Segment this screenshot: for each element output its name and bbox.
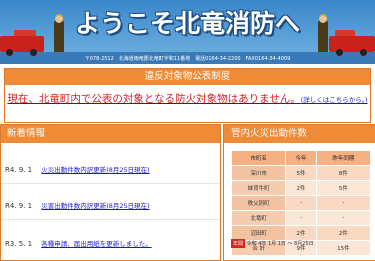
table-cell: - — [285, 210, 317, 226]
table-header-row: 市町名 今年 昨年同期 — [230, 150, 372, 166]
table-cell: 深川市 — [230, 165, 287, 181]
news-date: R3. 5. 1 — [5, 240, 33, 248]
table-cell: 2件 — [315, 225, 372, 241]
news-item: R3. 5. 1 各種申請、届出用紙を更新しました。 — [5, 238, 152, 248]
table-cell: 秩父別町 — [230, 195, 287, 211]
table-row: 北竜町 - - — [230, 210, 372, 226]
news-link[interactable]: 各種申請、届出用紙を更新しました。 — [41, 240, 152, 248]
table-cell: 15件 — [315, 240, 372, 256]
table-cell: 8件 — [315, 165, 372, 181]
column-header: 今年 — [285, 150, 317, 166]
violation-notice-link[interactable]: 現在、北竜町内で公表の対象となる防火対象物はありません。(詳しくはこちらから。) — [5, 91, 370, 106]
news-date: R4. 9. 1 — [5, 166, 33, 174]
site-header: ようこそ北竜消防へ 〒078-2512 北海道雨竜郡北竜町字和11番地 電話01… — [0, 0, 375, 64]
site-title: ようこそ北竜消防へ — [74, 9, 300, 38]
table-cell: 5件 — [285, 165, 317, 181]
table-cell: - — [315, 210, 372, 226]
table-row: 秩父別町 - - — [230, 195, 372, 211]
violation-notice-message[interactable]: 現在、北竜町内で公表の対象となる防火対象物はありません。 — [7, 93, 300, 105]
table-cell: 2件 — [285, 180, 317, 196]
table-cell: 妹背牛町 — [230, 180, 287, 196]
fire-stats-panel: 管内火災出動件数 市町名 今年 昨年同期 深川市 5件 8件 妹背牛町 2件 5… — [223, 124, 375, 261]
news-date: R4. 9. 1 — [5, 202, 33, 210]
table-cell: 5件 — [315, 180, 372, 196]
column-header: 昨年同期 — [315, 150, 372, 166]
news-link[interactable]: 災害出動件数内訳更新(8月25日現在) — [41, 202, 149, 210]
fire-stats-heading: 管内火災出動件数 — [224, 125, 375, 143]
violation-notice-detail-link[interactable]: (詳しくはこちらから。) — [301, 96, 368, 104]
table-row: 深川市 5件 8件 — [230, 165, 372, 181]
news-link[interactable]: 火災出動件数内訳更新(8月25日現在) — [41, 166, 149, 174]
table-cell: - — [315, 195, 372, 211]
period-badge: 年間 — [231, 239, 246, 248]
table-row: 妹背牛町 2件 5件 — [230, 180, 372, 196]
violation-notice-heading: 違反対象物公表制度 — [5, 69, 370, 85]
table-cell: - — [285, 195, 317, 211]
news-item: R4. 9. 1 火災出動件数内訳更新(8月25日現在) — [5, 164, 150, 174]
table-cell: 北竜町 — [230, 210, 287, 226]
column-header: 市町名 — [230, 150, 287, 166]
violation-notice-panel: 違反対象物公表制度 現在、北竜町内で公表の対象となる防火対象物はありません。(詳… — [4, 68, 371, 123]
divider — [1, 183, 220, 184]
news-heading: 新着情報 — [1, 125, 220, 143]
fire-stats-period: 年間 令和 4年 1月 1日 ～ 8月25日 — [231, 239, 314, 248]
divider — [1, 219, 220, 220]
news-item: R4. 9. 1 災害出動件数内訳更新(8月25日現在) — [5, 200, 150, 210]
period-text: 令和 4年 1月 1日 ～ 8月25日 — [246, 241, 314, 247]
site-address: 〒078-2512 北海道雨竜郡北竜町字和11番地 電話0164-34-2200… — [84, 56, 291, 62]
news-panel: 新着情報 R4. 9. 1 火災出動件数内訳更新(8月25日現在) R4. 9.… — [0, 124, 221, 261]
